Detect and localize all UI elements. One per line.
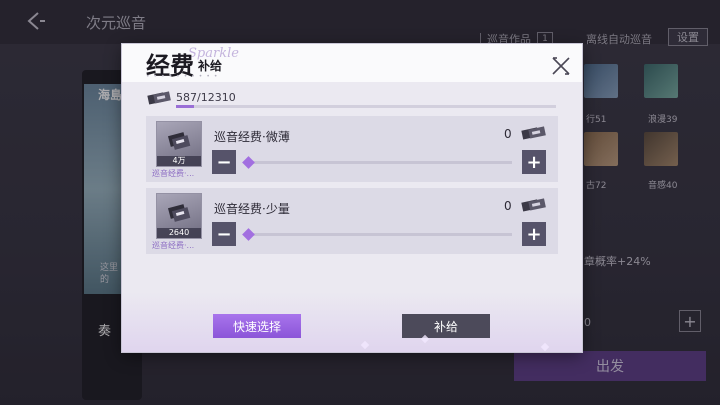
funds-ticket-icon — [167, 204, 191, 222]
funds-item-thumbnail[interactable]: 2640 — [156, 193, 202, 239]
funds-progress-fill — [176, 105, 195, 108]
slider-handle[interactable] — [242, 228, 255, 241]
funds-progress-bar — [176, 105, 556, 108]
item-selected-count: 0 — [504, 127, 512, 141]
dialog-subtitle: 补给 — [198, 59, 223, 73]
slider-handle[interactable] — [242, 156, 255, 169]
funds-item-thumbnail[interactable]: 4万 — [156, 121, 202, 167]
item-selected-count: 0 — [504, 199, 512, 213]
increase-button[interactable]: + — [522, 222, 546, 246]
increase-button[interactable]: + — [522, 150, 546, 174]
dialog-glow — [122, 292, 582, 352]
item-quantity-badge: 4万 — [157, 156, 201, 166]
funds-item-row: 4万 巡音经费·... 巡音经费·微薄 0 − + — [146, 116, 558, 182]
funds-item-row: 2640 巡音经费·... 巡音经费·少量 0 − + — [146, 188, 558, 254]
funds-balance: 587/12310 — [146, 89, 558, 109]
supply-button[interactable]: 补给 — [402, 314, 490, 338]
funds-ticket-icon — [167, 132, 191, 150]
supply-funds-dialog: Sparkle 经费 补给 •••••••••• 587/12310 4万 巡音… — [122, 44, 582, 352]
item-tag-label: 巡音经费·... — [152, 241, 195, 250]
item-name: 巡音经费·微薄 — [214, 130, 290, 144]
decrease-button[interactable]: − — [212, 222, 236, 246]
funds-ticket-icon — [147, 91, 171, 105]
funds-balance-text: 587/12310 — [176, 91, 236, 104]
item-quantity-badge: 2640 — [157, 228, 201, 238]
decrease-button[interactable]: − — [212, 150, 236, 174]
item-tag-label: 巡音经费·... — [152, 169, 195, 178]
quick-select-button[interactable]: 快速选择 — [213, 314, 301, 338]
close-icon[interactable] — [550, 55, 572, 77]
funds-ticket-icon — [521, 198, 546, 212]
title-dots-decoration: •••••••••• — [146, 73, 222, 80]
quantity-slider[interactable] — [242, 156, 512, 169]
item-name: 巡音经费·少量 — [214, 202, 290, 216]
quantity-slider[interactable] — [242, 228, 512, 241]
funds-ticket-icon — [521, 126, 546, 140]
